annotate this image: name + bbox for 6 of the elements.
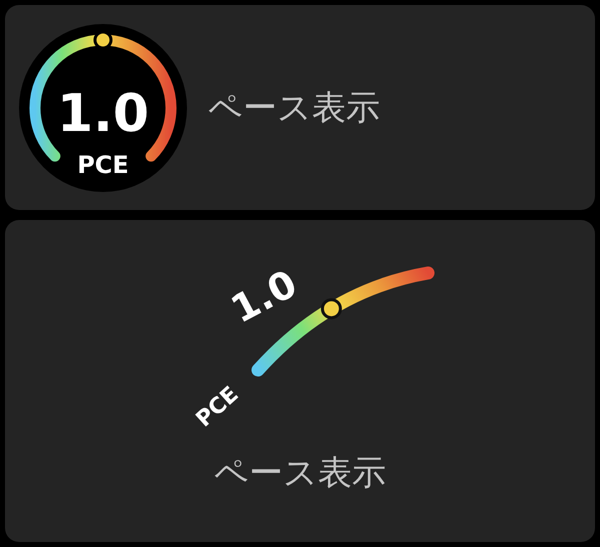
gauge-value: 1.0 — [56, 84, 150, 144]
gauge-value: 1.0 — [224, 261, 304, 332]
complication-card[interactable]: 1.0 PCE ペース表示 — [5, 5, 595, 210]
gauge-unit: PCE — [77, 150, 129, 178]
complication-label: ペース表示 — [208, 86, 380, 130]
complication-label: ペース表示 — [214, 452, 386, 495]
